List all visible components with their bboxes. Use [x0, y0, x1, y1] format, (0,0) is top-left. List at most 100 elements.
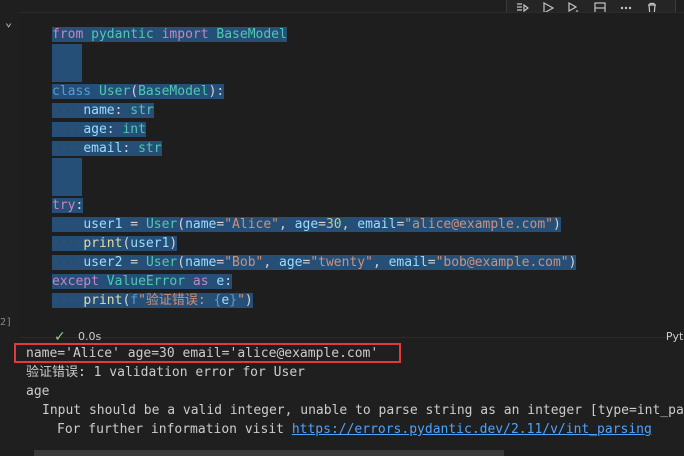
code-token: print [83, 236, 123, 251]
output-line: Input should be a valid integer, unable … [42, 403, 684, 418]
code-token: import [161, 27, 209, 42]
code-cell[interactable]: from pydantic import BaseModel class User… [20, 12, 684, 345]
code-line[interactable] [52, 44, 576, 63]
output-line: age [26, 384, 50, 399]
code-token: ···· [52, 122, 84, 137]
code-token: user1 [130, 236, 170, 251]
code-line[interactable]: ····print(f"验证错误: {e}") [52, 291, 576, 310]
code-token: User [145, 217, 178, 232]
selected-blank-line [52, 63, 82, 82]
output-text: For further information visit [57, 422, 292, 437]
code-line[interactable]: except ValueError as e: [52, 272, 576, 291]
code-token: f [130, 293, 139, 308]
code-line[interactable] [52, 63, 576, 82]
code-token: 30 [325, 217, 342, 232]
code-token: class [52, 84, 92, 99]
selected-code: ····print(user1) [52, 236, 178, 251]
output-line: name='Alice' age=30 email='alice@example… [26, 346, 379, 361]
code-line[interactable] [52, 177, 576, 196]
code-token: = [427, 255, 436, 270]
selected-code: from pydantic import BaseModel [52, 27, 287, 42]
code-token: name [83, 103, 115, 118]
code-line[interactable]: ····email: str [52, 139, 576, 158]
code-line[interactable]: ····name: str [52, 101, 576, 120]
code-token: " [237, 293, 245, 308]
selected-code: try: [52, 198, 84, 213]
selected-code: ····print(f"验证错误: {e}") [52, 293, 253, 308]
code-token: except [52, 274, 99, 289]
code-token: "Bob" [224, 255, 264, 270]
execution-count: 2] [0, 317, 13, 328]
horizontal-scrollbar[interactable] [34, 450, 504, 456]
code-line[interactable]: try: [52, 196, 576, 215]
selected-code: class User(BaseModel): [52, 84, 225, 99]
code-token: ···· [52, 103, 84, 118]
code-token: user2 [83, 255, 123, 270]
language-indicator[interactable]: Python [666, 330, 684, 343]
cell-gutter: ⌄ 2] [0, 0, 20, 456]
selected-blank-line [52, 44, 82, 63]
code-token: ) [169, 236, 178, 251]
code-token: str [130, 103, 154, 118]
code-token: : [75, 198, 84, 213]
output-line: 验证错误: 1 validation error for User [26, 365, 305, 380]
code-token: , [341, 217, 358, 232]
selected-blank-line [52, 158, 82, 177]
code-token: ( [177, 217, 186, 232]
code-token: "Alice" [224, 217, 280, 232]
code-token: age [294, 217, 319, 232]
code-token: email [388, 255, 428, 270]
code-token: "twenty" [310, 255, 373, 270]
error-docs-link[interactable]: https://errors.pydantic.dev/2.11/v/int_p… [292, 422, 652, 437]
selected-code: except ValueError as e: [52, 274, 233, 289]
code-token: User [98, 84, 131, 99]
code-token: User [145, 255, 178, 270]
code-line[interactable]: ····user1 = User(name="Alice", age=30, e… [52, 215, 576, 234]
code-token: ···· [52, 293, 84, 308]
code-token: email [357, 217, 397, 232]
code-token: , [279, 217, 295, 232]
code-token: age [279, 255, 303, 270]
code-editor[interactable]: from pydantic import BaseModel class User… [52, 25, 577, 310]
code-line[interactable]: ····age: int [52, 120, 576, 139]
code-token: pydantic [91, 27, 154, 42]
code-token: "验证错误: [138, 293, 214, 308]
code-token: : [106, 122, 123, 137]
code-token: user1 [83, 217, 123, 232]
code-token: : [114, 103, 131, 118]
selected-code: ····email: str [52, 141, 162, 156]
code-token: as [192, 274, 209, 289]
code-token: ···· [52, 217, 84, 232]
code-token: ): [208, 84, 225, 99]
code-line[interactable]: ····user2 = User(name="Bob", age="twenty… [52, 253, 577, 272]
code-token: age [83, 122, 107, 137]
code-token: name [185, 255, 217, 270]
code-token: ValueError [106, 274, 186, 289]
code-token: BaseModel [138, 84, 209, 99]
code-token: email [83, 141, 123, 156]
code-token: , [372, 255, 389, 270]
code-token: name [185, 217, 217, 232]
selected-code: ····age: int [52, 122, 146, 137]
code-token: BaseModel [216, 27, 287, 42]
code-token: ) [568, 255, 577, 270]
code-token: "alice@example.com" [404, 217, 553, 232]
code-token: = [122, 255, 146, 270]
code-token: : [224, 274, 233, 289]
chevron-down-icon[interactable]: ⌄ [5, 16, 12, 28]
code-token: = [318, 217, 326, 232]
code-line[interactable]: from pydantic import BaseModel [52, 25, 576, 44]
code-line[interactable]: class User(BaseModel): [52, 82, 576, 101]
code-token: ···· [52, 141, 84, 156]
code-token: ···· [52, 236, 84, 251]
code-token: "bob@example.com" [435, 255, 569, 270]
code-token: str [138, 141, 162, 156]
code-line[interactable]: ····print(user1) [52, 234, 576, 253]
code-token: try [52, 198, 76, 213]
code-line[interactable] [52, 158, 576, 177]
code-token: : [122, 141, 139, 156]
code-token: , [263, 255, 280, 270]
